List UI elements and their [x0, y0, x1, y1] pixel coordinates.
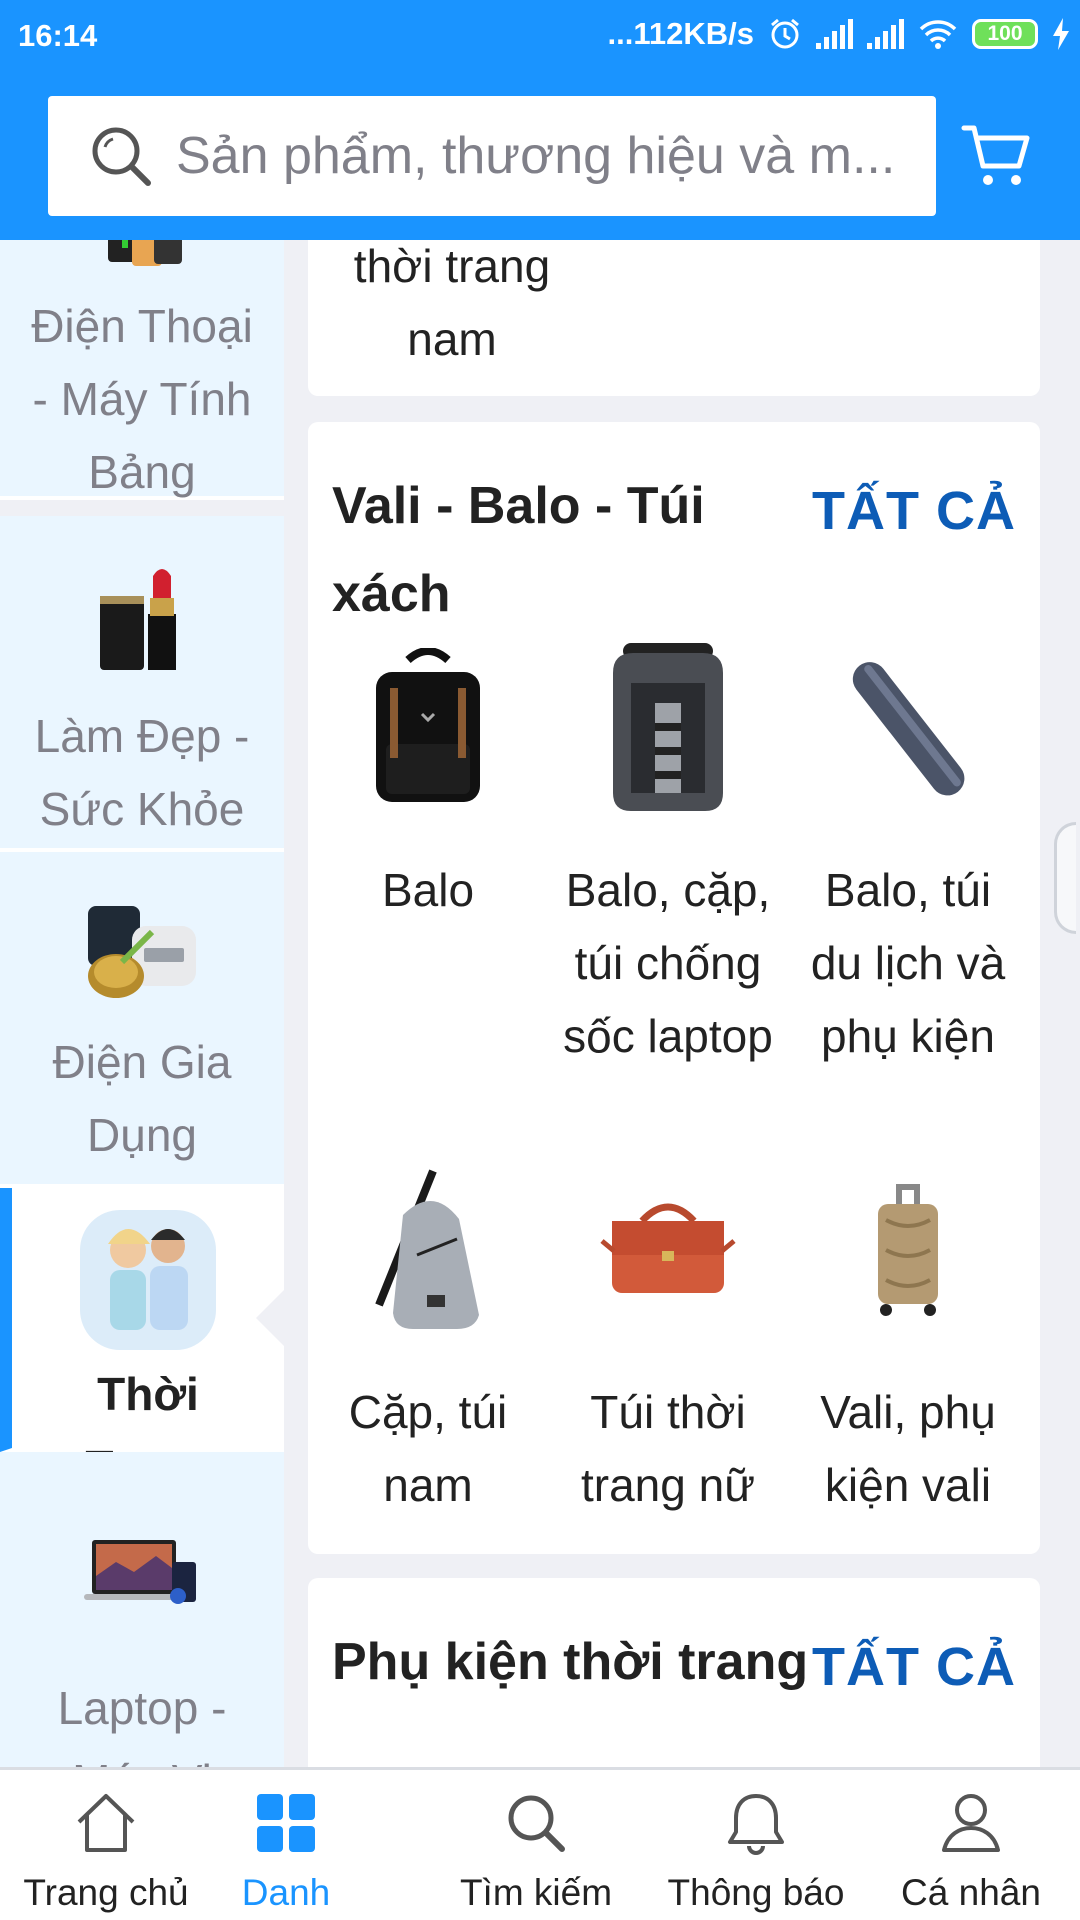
- sidebar-item-dien-thoai[interactable]: Điện Thoại - Máy Tính Bảng: [0, 240, 284, 500]
- nav-label: Tìm kiếm: [459, 1872, 613, 1913]
- grid-icon: [257, 1794, 315, 1852]
- see-all-link[interactable]: TẤT CẢ: [812, 1636, 1016, 1698]
- bell-icon: [728, 1794, 784, 1855]
- sidebar-item-label: Điện Gia Dụng: [52, 1036, 232, 1161]
- subcategory-item-cap-tui-nam[interactable]: Cặp, túi nam: [308, 1160, 548, 1522]
- section-phu-kien: Phụ kiện thời trang TẤT CẢ: [308, 1578, 1040, 1767]
- sidebar-item-label: Làm Đẹp - Sức Khỏe: [34, 710, 250, 835]
- sling-bag-thumbnail: [375, 1169, 479, 1329]
- search-icon: [92, 127, 151, 186]
- cart-icon[interactable]: [960, 118, 1036, 194]
- nav-home[interactable]: Trang chủ: [6, 1788, 206, 1914]
- subcategory-item-vali[interactable]: Vali, phụ kiện vali: [788, 1160, 1028, 1522]
- network-speed: ...112KB/s: [607, 16, 754, 51]
- status-bar: 16:14 ...112KB/s 100: [0, 0, 1080, 74]
- nav-label: Danh: [241, 1872, 331, 1913]
- search-icon: [508, 1795, 565, 1852]
- phone-tablet-thumbnail: [108, 240, 182, 266]
- bottom-navigation: Trang chủ Danh Tìm kiếm Thông báo Cá nhâ…: [0, 1767, 1080, 1920]
- subcategory-item-balo-laptop[interactable]: Balo, cặp, túi chống sốc laptop: [548, 638, 788, 1073]
- subcategory-name: Balo: [381, 864, 475, 916]
- sidebar-item-laptop[interactable]: Laptop - Máy Vi: [0, 1452, 284, 1767]
- laptop-thumbnail: [84, 1540, 196, 1604]
- subcategory-item-tui-thoi-trang-nu[interactable]: Túi thời trang nữ: [548, 1160, 788, 1522]
- sidebar-item-lam-dep[interactable]: Làm Đẹp - Sức Khỏe: [0, 516, 284, 852]
- travel-pouch-thumbnail: [852, 662, 965, 796]
- laptop-backpack-thumbnail: [613, 643, 723, 811]
- section-title: Phụ kiện thời trang: [332, 1633, 809, 1691]
- subcategory-name: Vali, phụ kiện vali: [820, 1386, 996, 1511]
- nav-label: Cá nhân: [901, 1872, 1041, 1913]
- subcategory-name: Túi thời trang nữ: [580, 1386, 755, 1511]
- search-bar[interactable]: [48, 96, 936, 216]
- user-icon: [942, 1794, 1000, 1852]
- fashion-thumbnail: [80, 1210, 216, 1350]
- battery-indicator: 100: [972, 19, 1038, 49]
- status-time: 16:14: [18, 18, 98, 53]
- status-icons: ...112KB/s 100: [608, 16, 1070, 52]
- nav-profile[interactable]: Cá nhân: [876, 1788, 1066, 1914]
- subcategory-name: Cặp, túi nam: [348, 1386, 508, 1511]
- nav-notifications[interactable]: Thông báo: [656, 1788, 856, 1914]
- wifi-icon: [919, 20, 957, 49]
- handbag-thumbnail: [600, 1203, 736, 1293]
- subcategory-name: Balo, túi du lịch và phụ kiện: [810, 864, 1006, 1062]
- cosmetics-thumbnail: [100, 569, 176, 670]
- sidebar-item-label: Điện Thoại - Máy Tính Bảng: [31, 300, 253, 498]
- subcategory-name: Balo, cặp, túi chống sốc laptop: [563, 864, 773, 1062]
- signal-icon-2: [867, 19, 904, 49]
- alarm-icon: [771, 18, 799, 49]
- sidebar-item-dien-gia-dung[interactable]: Điện Gia Dụng: [0, 852, 284, 1188]
- active-pointer: [256, 1288, 284, 1348]
- category-content[interactable]: thời trang nam Vali - Balo - Túi xách TẤ…: [284, 240, 1080, 1767]
- sidebar-item-label: Laptop - Máy Vi: [57, 1682, 227, 1767]
- nav-categories[interactable]: Danh: [216, 1788, 356, 1914]
- section-vali-balo: Vali - Balo - Túi xách TẤT CẢ Balo Balo,…: [308, 422, 1040, 1554]
- search-input[interactable]: [176, 126, 916, 186]
- scrollbar-handle[interactable]: [1054, 822, 1076, 934]
- backpack-black-thumbnail: [376, 648, 480, 802]
- see-all-link[interactable]: TẤT CẢ: [812, 480, 1016, 542]
- signal-icon: [816, 19, 853, 49]
- subcategory-item-balo-du-lich[interactable]: Balo, túi du lịch và phụ kiện: [788, 638, 1028, 1073]
- section-title: Vali - Balo - Túi xách: [332, 477, 705, 623]
- app-header: 16:14 ...112KB/s 100: [0, 0, 1080, 240]
- sidebar-item-thoi-trang[interactable]: Thời Trang: [0, 1188, 284, 1493]
- nav-label: Trang chủ: [23, 1872, 189, 1913]
- home-icon: [77, 1794, 135, 1852]
- nav-label: Thông báo: [667, 1872, 845, 1913]
- nav-search[interactable]: Tìm kiếm: [436, 1788, 636, 1914]
- charging-icon: [1053, 18, 1069, 50]
- subcategory-item-balo[interactable]: Balo: [308, 638, 548, 927]
- appliance-thumbnail: [88, 906, 196, 998]
- subcategory-name[interactable]: thời trang nam: [332, 240, 572, 376]
- previous-section-card: thời trang nam: [308, 240, 1040, 396]
- category-sidebar[interactable]: Điện Thoại - Máy Tính Bảng Làm Đẹp - Sức…: [0, 240, 284, 1767]
- suitcase-thumbnail: [878, 1184, 938, 1316]
